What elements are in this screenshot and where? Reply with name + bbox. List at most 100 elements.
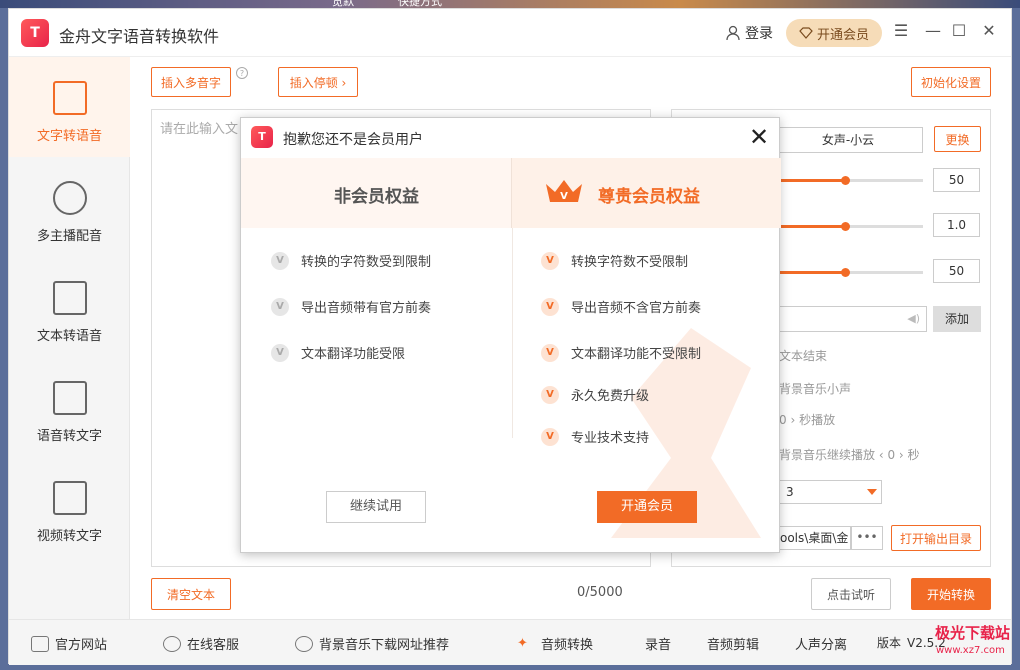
text-input-placeholder: 请在此输入文 [160, 122, 239, 137]
voice-select[interactable]: 女声-小云 [773, 127, 923, 153]
audio-convert-link[interactable]: ✦ 音频转换 [517, 634, 593, 654]
app-title: 金舟文字语音转换软件 [59, 27, 220, 46]
clear-text-button[interactable]: 清空文本 [151, 578, 231, 610]
online-service-link[interactable]: 在线客服 [163, 634, 239, 653]
free-header-label: 非会员权益 [334, 187, 419, 207]
bottom-item-label: 音频剪辑 [707, 638, 760, 653]
app-logo-icon: T [21, 19, 49, 47]
sidebar-item-label: 文本转语音 [36, 329, 102, 344]
output-path[interactable]: ools\桌面\金 [779, 526, 851, 550]
free-column-header: 非会员权益 [241, 158, 512, 228]
delay-value[interactable]: 0 [779, 413, 787, 427]
format-select[interactable]: 3 [779, 480, 882, 504]
speaker-icon: ◀) [907, 312, 920, 325]
vip-header-label: 尊贵会员权益 [598, 187, 700, 207]
preview-button[interactable]: 点击试听 [811, 578, 891, 610]
free-feature-item: V 转换的字符数受到限制 [271, 251, 431, 270]
sidebar-item-label: 语音转文字 [36, 429, 102, 444]
option-bgm-continue[interactable]: 背景音乐继续播放 ‹ 0 › 秒 [779, 446, 920, 463]
browse-button[interactable]: ••• [851, 526, 883, 550]
volume-slider[interactable] [779, 176, 923, 185]
svg-text:V: V [560, 191, 568, 202]
sidebar-item-video-to-text[interactable]: 视频转文字 [9, 457, 130, 557]
open-output-button[interactable]: 打开输出目录 [891, 525, 981, 551]
orange-check-icon: V [541, 385, 559, 404]
help-icon[interactable]: ? [236, 67, 248, 79]
bgm-input[interactable]: ◀) [779, 306, 927, 332]
login-button[interactable]: 登录 [725, 23, 773, 43]
free-feature-item: V 导出音频带有官方前奏 [271, 297, 431, 316]
add-bgm-button[interactable]: 添加 [933, 306, 981, 332]
dialog-header: T 抱歉您还不是会员用户 ✕ [241, 118, 781, 158]
orange-check-icon: V [541, 343, 559, 362]
feature-label: 导出音频不含官方前奏 [571, 301, 702, 316]
crown-icon: V [546, 180, 582, 202]
maximize-icon[interactable]: ☐ [949, 21, 969, 40]
change-voice-button[interactable]: 更换 [934, 126, 981, 152]
bgm-download-link[interactable]: 背景音乐下载网址推荐 [295, 634, 449, 653]
start-convert-button[interactable]: 开始转换 [911, 578, 991, 610]
delay-suffix: 秒播放 [799, 413, 836, 427]
vip-feature-item: V 文本翻译功能不受限制 [541, 343, 701, 362]
feature-label: 转换字符数不受限制 [571, 255, 689, 270]
option-delay[interactable]: 0 › 秒播放 [779, 411, 835, 428]
char-counter: 0/5000 [577, 585, 623, 600]
feature-label: 转换的字符数受到限制 [301, 255, 432, 270]
sidebar-item-multi-anchor[interactable]: 多主播配音 [9, 157, 130, 257]
bottom-bar: 官方网站 在线客服 背景音乐下载网址推荐 ✦ 音频转换 录音 音频剪辑 人声分离 … [9, 619, 1011, 665]
gray-check-icon: V [271, 251, 289, 270]
feature-label: 导出音频带有官方前奏 [301, 301, 432, 316]
menu-icon[interactable]: ☰ [891, 21, 911, 40]
bgm-continue-suffix: 秒 [907, 448, 920, 462]
monitor-icon [31, 635, 49, 652]
official-site-link[interactable]: 官方网站 [31, 634, 107, 653]
init-settings-button[interactable]: 初始化设置 [911, 67, 991, 97]
insert-pause-button[interactable]: 插入停顿 › [278, 67, 358, 97]
option-text-end[interactable]: 文本结束 [779, 347, 827, 364]
orange-check-icon: V [541, 297, 559, 316]
music-icon [295, 635, 313, 652]
format-value: 3 [786, 485, 794, 499]
column-divider [512, 228, 513, 438]
pitch-slider[interactable] [779, 268, 923, 277]
sidebar-item-speech-to-text[interactable]: 语音转文字 [9, 357, 130, 457]
stt-icon [53, 381, 87, 415]
close-icon[interactable]: ✕ [749, 122, 769, 152]
text-doc-icon [53, 281, 87, 315]
minimize-icon[interactable]: — [923, 21, 943, 40]
sidebar-item-text-to-speech[interactable]: 文字转语音 [9, 57, 130, 157]
watermark-url: www.xz7.com [936, 645, 1005, 656]
feature-label: 文本翻译功能不受限制 [571, 347, 702, 362]
insert-polyphone-button[interactable]: 插入多音字 [151, 67, 231, 97]
bottom-item-label: 官方网站 [55, 638, 108, 653]
gray-check-icon: V [271, 343, 289, 362]
bgm-continue-label: 背景音乐继续播放 [779, 448, 876, 462]
open-vip-button[interactable]: 开通会员 [597, 491, 697, 523]
close-window-icon[interactable]: ✕ [979, 21, 999, 40]
vip-feature-item: V 转换字符数不受限制 [541, 251, 688, 270]
chevron-down-icon [867, 489, 877, 495]
diamond-icon [799, 27, 813, 39]
sidebar-item-label: 视频转文字 [36, 529, 102, 544]
pitch-value[interactable]: 50 [933, 259, 980, 283]
feature-label: 永久免费升级 [571, 389, 650, 404]
desktop-background: 览默 快捷方式 [0, 0, 1020, 8]
bgm-continue-value[interactable]: 0 [887, 448, 895, 462]
tts-icon [53, 81, 87, 115]
continue-trial-button[interactable]: 继续试用 [326, 491, 426, 523]
sidebar-item-text-file-to-speech[interactable]: 文本转语音 [9, 257, 130, 357]
volume-value[interactable]: 50 [933, 168, 980, 192]
vip-feature-item: V 专业技术支持 [541, 427, 649, 446]
option-bgm-quiet[interactable]: 背景音乐小声 [779, 380, 851, 397]
vip-button[interactable]: 开通会员 [786, 19, 882, 47]
version-prefix: 版本 [877, 636, 902, 650]
slider-fill [779, 179, 846, 182]
speed-value[interactable]: 1.0 [933, 213, 980, 237]
vocal-separate-link[interactable]: 人声分离 [795, 634, 847, 653]
audio-edit-link[interactable]: 音频剪辑 [707, 634, 759, 653]
record-link[interactable]: 录音 [645, 634, 671, 653]
bottom-item-label: 人声分离 [795, 638, 848, 653]
multi-anchor-icon [53, 181, 87, 215]
login-label: 登录 [745, 26, 773, 42]
speed-slider[interactable] [779, 222, 923, 231]
